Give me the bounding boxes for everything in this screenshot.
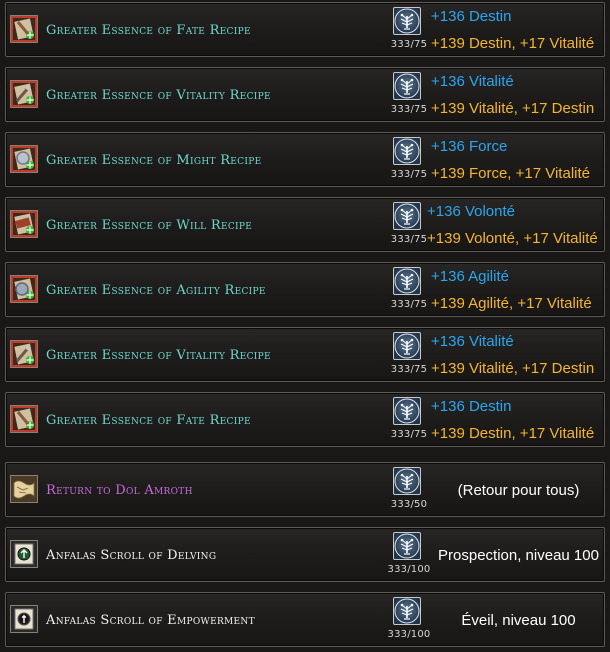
agility-recipe-icon[interactable] <box>10 275 38 303</box>
primary-bonus: +136 Agilité <box>431 268 509 285</box>
item-row[interactable]: Anfalas Scroll of Delving 333/100 Prospe… <box>5 527 605 582</box>
secondary-bonus: +139 Volonté, +17 Vitalité <box>427 230 598 247</box>
secondary-bonus: +139 Vitalité, +17 Destin <box>431 360 595 377</box>
item-name[interactable]: Greater Essence of Vitality Recipe <box>46 68 271 123</box>
primary-bonus: +136 Destin <box>431 398 512 415</box>
primary-bonus: +136 Vitalité <box>431 333 514 350</box>
item-count: 333/75 <box>390 299 428 310</box>
item-row[interactable]: Greater Essence of Vitality Recipe 333/7… <box>5 67 605 122</box>
reward-item-list: Greater Essence of Fate Recipe 333/75 +1… <box>0 0 610 652</box>
will-recipe-icon[interactable] <box>10 210 38 238</box>
item-name[interactable]: Greater Essence of Might Recipe <box>46 133 261 188</box>
item-count: 333/50 <box>390 499 428 510</box>
item-row[interactable]: Greater Essence of Might Recipe 333/75 +… <box>5 132 605 187</box>
vitality-recipe-icon[interactable] <box>10 340 38 368</box>
item-count: 333/100 <box>387 564 431 575</box>
item-name[interactable]: Greater Essence of Fate Recipe <box>46 3 251 58</box>
item-row[interactable]: Return to Dol Amroth 333/50 (Retour pour… <box>5 462 605 517</box>
empowerment-scroll-icon[interactable] <box>10 605 38 633</box>
secondary-bonus: +139 Destin, +17 Vitalité <box>431 425 595 442</box>
item-name[interactable]: Greater Essence of Agility Recipe <box>46 263 266 318</box>
item-name[interactable]: Anfalas Scroll of Empowerment <box>46 593 255 648</box>
item-count: 333/75 <box>390 169 428 180</box>
item-row[interactable]: Anfalas Scroll of Empowerment 333/100 Év… <box>5 592 605 647</box>
secondary-bonus: +139 Force, +17 Vitalité <box>431 165 590 182</box>
item-row[interactable]: Greater Essence of Fate Recipe 333/75 +1… <box>5 392 605 447</box>
item-name[interactable]: Greater Essence of Vitality Recipe <box>46 328 271 383</box>
white-tree-emblem-icon <box>393 467 421 495</box>
white-tree-emblem-icon <box>393 397 421 425</box>
white-tree-emblem-icon <box>393 7 421 35</box>
item-count: 333/100 <box>387 629 431 640</box>
delving-scroll-icon[interactable] <box>10 540 38 568</box>
might-recipe-icon[interactable] <box>10 145 38 173</box>
white-tree-emblem-icon <box>393 532 421 560</box>
primary-bonus: +136 Force <box>431 138 508 155</box>
white-tree-emblem-icon <box>393 202 421 230</box>
item-count: 333/75 <box>390 429 428 440</box>
item-count: 333/75 <box>390 364 428 375</box>
item-note: (Retour pour tous) <box>457 482 580 499</box>
item-row[interactable]: Greater Essence of Agility Recipe 333/75… <box>5 262 605 317</box>
item-note: Éveil, niveau 100 <box>461 612 576 629</box>
white-tree-emblem-icon <box>393 267 421 295</box>
item-name[interactable]: Greater Essence of Will Recipe <box>46 198 252 253</box>
secondary-bonus: +139 Vitalité, +17 Destin <box>431 100 595 117</box>
white-tree-emblem-icon <box>393 72 421 100</box>
secondary-bonus: +139 Destin, +17 Vitalité <box>431 35 595 52</box>
item-count: 333/75 <box>390 104 428 115</box>
white-tree-emblem-icon <box>393 137 421 165</box>
item-row[interactable]: Greater Essence of Will Recipe 333/75 +1… <box>5 197 605 252</box>
fate-recipe-icon[interactable] <box>10 15 38 43</box>
primary-bonus: +136 Volonté <box>427 203 516 220</box>
fate-recipe-icon[interactable] <box>10 405 38 433</box>
item-count: 333/75 <box>390 39 428 50</box>
item-note: Prospection, niveau 100 <box>438 547 599 564</box>
white-tree-emblem-icon <box>393 597 421 625</box>
vitality-recipe-icon[interactable] <box>10 80 38 108</box>
primary-bonus: +136 Destin <box>431 8 512 25</box>
white-tree-emblem-icon <box>393 332 421 360</box>
item-row[interactable]: Greater Essence of Fate Recipe 333/75 +1… <box>5 2 605 57</box>
item-name[interactable]: Return to Dol Amroth <box>46 463 193 518</box>
item-name[interactable]: Anfalas Scroll of Delving <box>46 528 216 583</box>
item-name[interactable]: Greater Essence of Fate Recipe <box>46 393 251 448</box>
item-row[interactable]: Greater Essence of Vitality Recipe 333/7… <box>5 327 605 382</box>
map-scroll-icon[interactable] <box>10 475 38 503</box>
primary-bonus: +136 Vitalité <box>431 73 514 90</box>
secondary-bonus: +139 Agilité, +17 Vitalité <box>431 295 592 312</box>
